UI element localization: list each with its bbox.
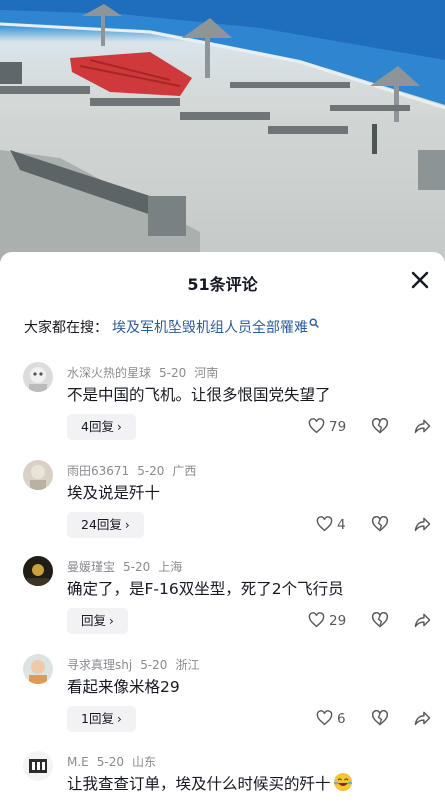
avatar[interactable] — [23, 460, 53, 490]
avatar[interactable] — [23, 654, 53, 684]
view-replies-button[interactable]: 24回复 › — [67, 512, 144, 538]
trending-search-link[interactable]: 埃及军机坠毁机组人员全部罹难 — [112, 318, 319, 336]
comment-meta: 寻求真理shj 5-20 浙江 — [67, 656, 199, 673]
comment-text: 看起来像米格29 — [67, 678, 180, 696]
chevron-right-icon: › — [124, 518, 130, 532]
like-button[interactable]: 29 — [308, 612, 346, 629]
comment-username[interactable]: M.E — [67, 755, 89, 769]
replies-label: 24回复 — [81, 517, 122, 532]
share-icon[interactable] — [414, 612, 431, 628]
share-icon[interactable] — [414, 418, 431, 434]
share-icon[interactable] — [414, 516, 431, 532]
laughing-emoji-icon — [333, 773, 352, 791]
broken-heart-icon[interactable] — [371, 516, 389, 532]
comment-date: 5-20 — [137, 464, 165, 478]
comment-text: 埃及说是歼十 — [67, 484, 161, 502]
comment-location: 广西 — [172, 464, 197, 478]
heart-icon — [308, 612, 325, 628]
comment-date: 5-20 — [159, 366, 187, 380]
beach-video-frame — [0, 0, 445, 262]
like-count: 79 — [329, 419, 347, 435]
broken-heart-icon[interactable] — [371, 418, 389, 434]
chevron-right-icon: › — [116, 420, 122, 434]
comment-location: 上海 — [158, 560, 183, 574]
replies-label: 1回复 — [81, 711, 114, 726]
comments-count-title: 51条评论 — [187, 275, 258, 294]
comment-username[interactable]: 寻求真理shj — [67, 658, 132, 672]
heart-icon — [308, 418, 325, 434]
view-replies-button[interactable]: 1回复 › — [67, 706, 136, 732]
heart-icon — [316, 516, 333, 532]
comment-date: 5-20 — [140, 658, 168, 672]
comment-location: 山东 — [131, 755, 156, 769]
comments-sheet: 51条评论 大家都在搜： 埃及军机坠毁机组人员全部罹难 水深火热的星球 5-20 河南… — [0, 252, 445, 805]
comment-username[interactable]: 雨田63671 — [67, 464, 129, 478]
comment-date: 5-20 — [96, 755, 124, 769]
comment-location: 河南 — [194, 366, 219, 380]
trending-search-text: 埃及军机坠毁机组人员全部罹难 — [112, 320, 308, 336]
broken-heart-icon[interactable] — [371, 710, 389, 726]
comment-meta: 雨田63671 5-20 广西 — [67, 462, 196, 479]
view-replies-button[interactable]: 4回复 › — [67, 414, 136, 440]
comment-location: 浙江 — [175, 658, 200, 672]
close-icon[interactable] — [409, 269, 431, 291]
comment-text: 让我查查订单，埃及什么时候买的歼十 — [67, 772, 353, 794]
like-button[interactable]: 79 — [308, 418, 346, 435]
comment-text-body: 让我查查订单，埃及什么时候买的歼十 — [67, 775, 331, 793]
chevron-right-icon: › — [116, 712, 122, 726]
comment-text: 不是中国的飞机。让很多恨国党失望了 — [67, 386, 331, 404]
comment-username[interactable]: 曼媛瑾宝 — [67, 560, 115, 574]
trending-search-row: 大家都在搜： 埃及军机坠毁机组人员全部罹难 — [24, 317, 319, 337]
avatar[interactable] — [23, 751, 53, 781]
comment-username[interactable]: 水深火热的星球 — [67, 366, 151, 380]
comment-text: 确定了，是F-16双坐型，死了2个飞行员 — [67, 580, 344, 598]
avatar[interactable] — [23, 362, 53, 392]
view-replies-button[interactable]: 回复 › — [67, 608, 128, 634]
like-count: 6 — [337, 711, 346, 727]
avatar[interactable] — [23, 556, 53, 586]
share-icon[interactable] — [414, 710, 431, 726]
like-button[interactable]: 4 — [316, 516, 346, 533]
trending-search-label: 大家都在搜： — [24, 320, 108, 336]
replies-label: 4回复 — [81, 419, 114, 434]
comment-meta: 曼媛瑾宝 5-20 上海 — [67, 558, 182, 575]
like-count: 4 — [337, 517, 346, 533]
like-button[interactable]: 6 — [316, 710, 346, 727]
search-icon — [309, 318, 319, 328]
chevron-right-icon: › — [109, 614, 114, 628]
like-count: 29 — [329, 613, 347, 629]
broken-heart-icon[interactable] — [371, 612, 389, 628]
replies-label: 回复 — [81, 613, 107, 628]
comment-date: 5-20 — [123, 560, 151, 574]
heart-icon — [316, 710, 333, 726]
comment-meta: 水深火热的星球 5-20 河南 — [67, 364, 218, 381]
video-player[interactable] — [0, 0, 445, 262]
comment-meta: M.E 5-20 山东 — [67, 753, 156, 770]
